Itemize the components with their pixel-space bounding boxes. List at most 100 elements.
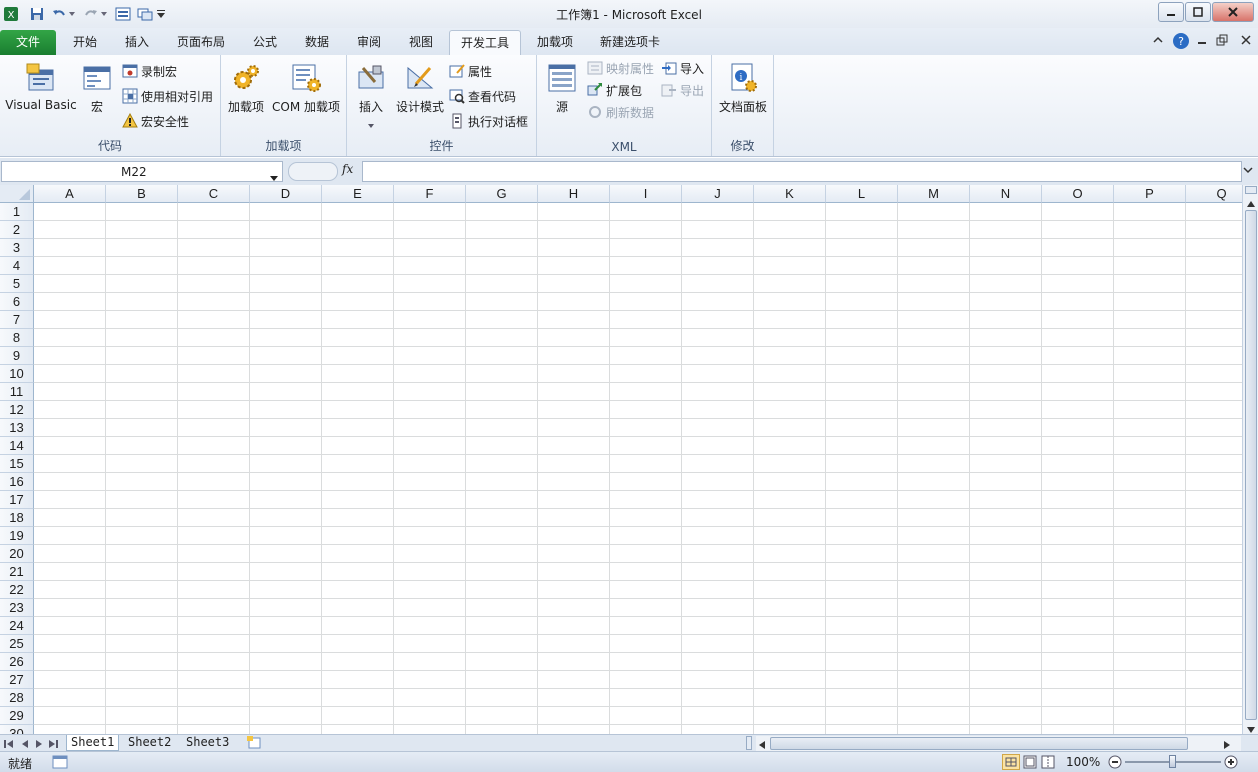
tab-formulas[interactable]: 公式 — [240, 30, 290, 55]
row-header[interactable]: 21 — [0, 563, 34, 581]
tab-review[interactable]: 审阅 — [344, 30, 394, 55]
view-code-button[interactable]: 查看代码 — [449, 86, 516, 106]
column-header[interactable]: L — [826, 185, 898, 203]
row-header[interactable]: 6 — [0, 293, 34, 311]
name-box-dropdown-icon[interactable] — [270, 170, 278, 184]
row-header[interactable]: 16 — [0, 473, 34, 491]
prev-sheet-icon[interactable] — [20, 738, 30, 752]
column-header[interactable]: F — [394, 185, 466, 203]
refresh-data-button[interactable]: 刷新数据 — [587, 102, 654, 122]
next-sheet-icon[interactable] — [34, 738, 44, 752]
export-button[interactable]: 导出 — [661, 80, 704, 100]
tab-addins[interactable]: 加载项 — [528, 30, 582, 55]
select-all-corner[interactable] — [0, 185, 34, 203]
row-header[interactable]: 7 — [0, 311, 34, 329]
row-header[interactable]: 11 — [0, 383, 34, 401]
normal-view-icon[interactable] — [1002, 754, 1020, 770]
row-header[interactable]: 25 — [0, 635, 34, 653]
tab-home[interactable]: 开始 — [60, 30, 110, 55]
help-icon[interactable]: ? — [1172, 32, 1190, 53]
row-header[interactable]: 4 — [0, 257, 34, 275]
expansion-pack-button[interactable]: 扩展包 — [587, 80, 642, 100]
split-box-vertical[interactable] — [1245, 186, 1257, 194]
column-header[interactable]: I — [610, 185, 682, 203]
row-header[interactable]: 15 — [0, 455, 34, 473]
row-header[interactable]: 22 — [0, 581, 34, 599]
insert-control-button[interactable]: 插入 — [353, 61, 389, 131]
row-header[interactable]: 23 — [0, 599, 34, 617]
row-header[interactable]: 14 — [0, 437, 34, 455]
row-header[interactable]: 18 — [0, 509, 34, 527]
vertical-scrollbar[interactable] — [1242, 185, 1258, 734]
zoom-out-icon[interactable] — [1108, 755, 1122, 772]
row-header[interactable]: 9 — [0, 347, 34, 365]
column-header[interactable]: D — [250, 185, 322, 203]
first-sheet-icon[interactable] — [4, 738, 14, 752]
column-header[interactable]: J — [682, 185, 754, 203]
column-header[interactable]: C — [178, 185, 250, 203]
sheet-tab-2[interactable]: Sheet2 — [124, 735, 175, 751]
zoom-slider-thumb[interactable] — [1169, 755, 1176, 768]
record-macro-button[interactable]: 录制宏 — [122, 61, 177, 81]
zoom-in-icon[interactable] — [1224, 755, 1238, 772]
macros-button[interactable]: 宏 — [80, 61, 114, 115]
row-header[interactable]: 17 — [0, 491, 34, 509]
last-sheet-icon[interactable] — [48, 738, 58, 752]
document-panel-button[interactable]: i 文档面板 — [716, 61, 770, 115]
horizontal-scrollbar[interactable] — [756, 736, 1241, 751]
row-header[interactable]: 28 — [0, 689, 34, 707]
workbook-close-icon[interactable] — [1240, 34, 1252, 49]
properties-button[interactable]: 属性 — [449, 61, 492, 81]
row-header[interactable]: 5 — [0, 275, 34, 293]
name-box[interactable]: M22 — [1, 161, 283, 182]
tab-insert[interactable]: 插入 — [112, 30, 162, 55]
map-properties-button[interactable]: 映射属性 — [587, 58, 654, 78]
tab-developer[interactable]: 开发工具 — [449, 30, 521, 55]
page-layout-view-icon[interactable] — [1022, 755, 1038, 772]
column-header[interactable]: P — [1114, 185, 1186, 203]
row-header[interactable]: 24 — [0, 617, 34, 635]
row-header[interactable]: 3 — [0, 239, 34, 257]
xml-source-button[interactable]: 源 — [545, 61, 579, 115]
row-header[interactable]: 27 — [0, 671, 34, 689]
horizontal-scroll-thumb[interactable] — [770, 737, 1188, 750]
collapse-ribbon-icon[interactable] — [1152, 34, 1164, 49]
column-header[interactable]: N — [970, 185, 1042, 203]
workbook-minimize-icon[interactable] — [1196, 34, 1208, 49]
sheet-tab-1[interactable]: Sheet1 — [66, 735, 120, 751]
page-break-view-icon[interactable] — [1040, 755, 1056, 772]
tab-data[interactable]: 数据 — [292, 30, 342, 55]
cell-area[interactable] — [34, 203, 1242, 734]
tab-view[interactable]: 视图 — [396, 30, 446, 55]
row-header[interactable]: 19 — [0, 527, 34, 545]
zoom-level[interactable]: 100% — [1066, 755, 1100, 769]
row-header[interactable]: 26 — [0, 653, 34, 671]
column-header[interactable]: E — [322, 185, 394, 203]
tab-file[interactable]: 文件 — [0, 30, 56, 55]
column-header[interactable]: A — [34, 185, 106, 203]
design-mode-button[interactable]: 设计模式 — [395, 61, 445, 115]
run-dialog-button[interactable]: 执行对话框 — [449, 111, 528, 131]
row-header[interactable]: 20 — [0, 545, 34, 563]
tab-page-layout[interactable]: 页面布局 — [170, 30, 232, 55]
vertical-scroll-thumb[interactable] — [1245, 210, 1257, 720]
row-header[interactable]: 1 — [0, 203, 34, 221]
visual-basic-button[interactable]: Visual Basic — [4, 61, 78, 112]
sheet-tab-3[interactable]: Sheet3 — [182, 735, 233, 751]
column-header[interactable]: G — [466, 185, 538, 203]
minimize-button[interactable] — [1158, 2, 1184, 22]
tab-split-handle[interactable] — [746, 736, 752, 750]
row-header[interactable]: 12 — [0, 401, 34, 419]
row-header[interactable]: 2 — [0, 221, 34, 239]
import-button[interactable]: 导入 — [661, 58, 704, 78]
column-header[interactable]: H — [538, 185, 610, 203]
row-header[interactable]: 29 — [0, 707, 34, 725]
formula-input[interactable] — [362, 161, 1242, 182]
column-header[interactable]: O — [1042, 185, 1114, 203]
relative-reference-button[interactable]: 使用相对引用 — [122, 86, 213, 106]
column-header[interactable]: K — [754, 185, 826, 203]
row-header[interactable]: 10 — [0, 365, 34, 383]
row-header[interactable]: 30 — [0, 725, 34, 734]
maximize-button[interactable] — [1185, 2, 1211, 22]
column-header[interactable]: B — [106, 185, 178, 203]
